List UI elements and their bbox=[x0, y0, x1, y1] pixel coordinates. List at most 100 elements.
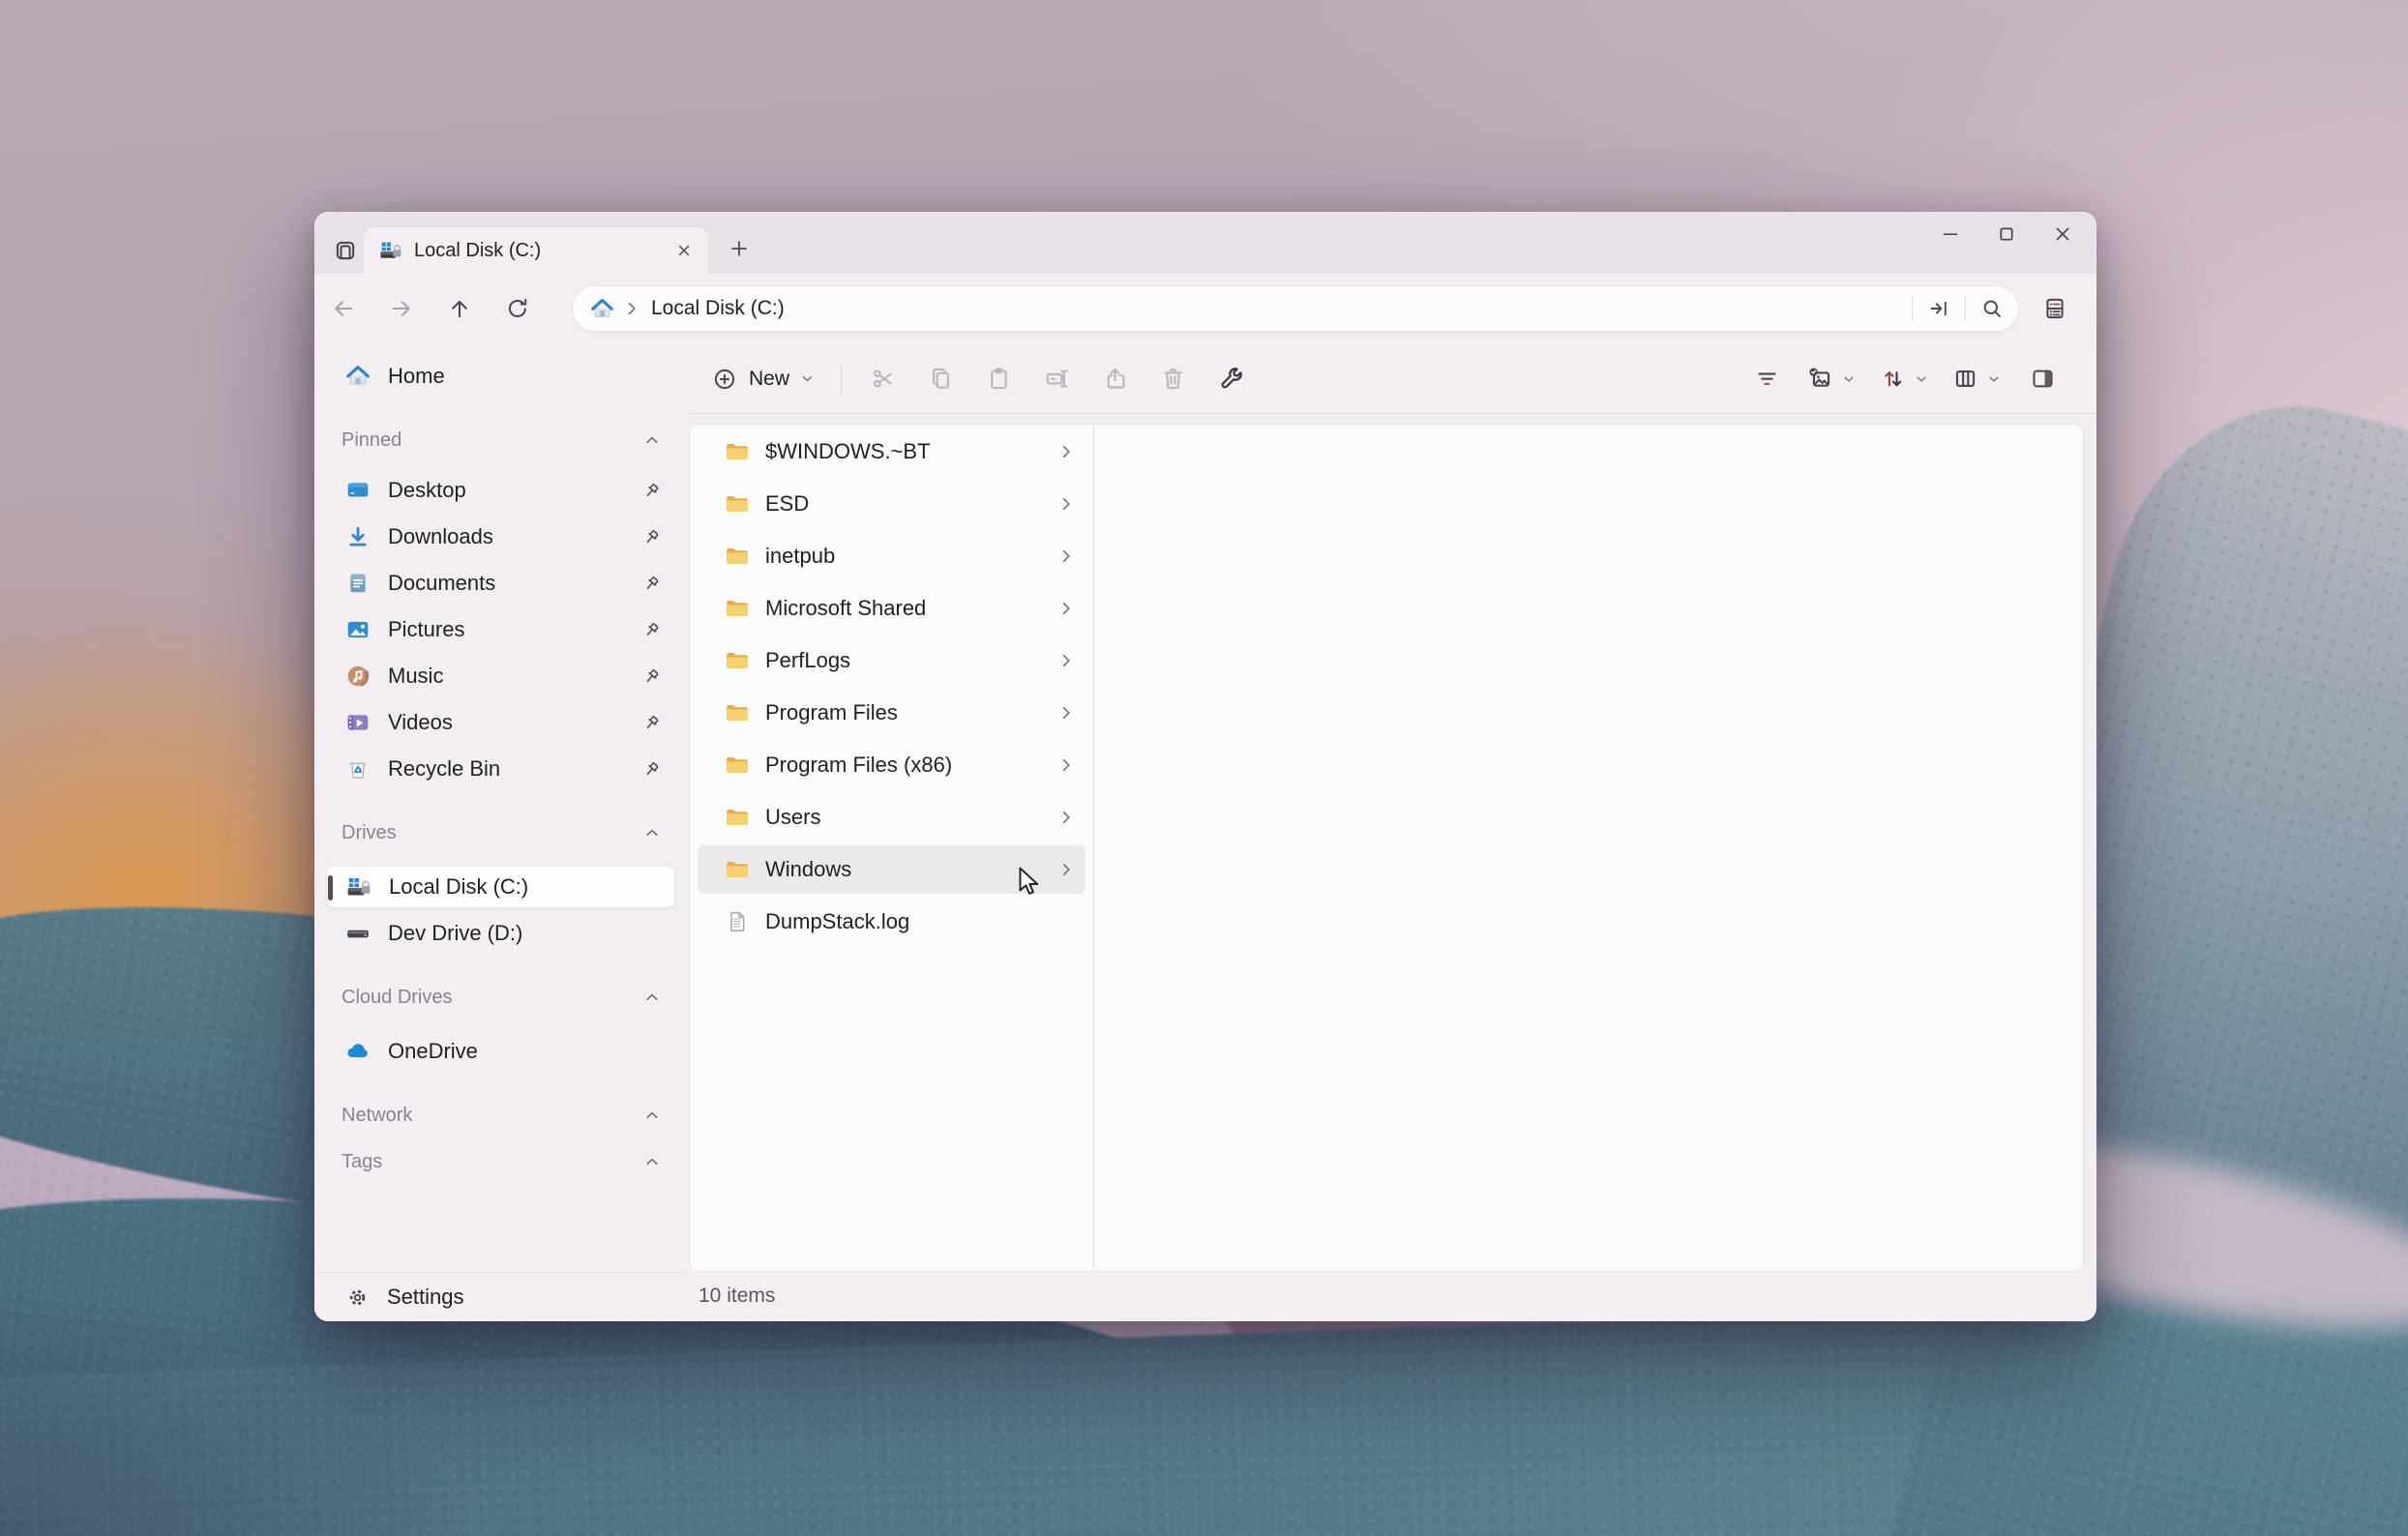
pin-icon[interactable] bbox=[641, 620, 662, 640]
pin-icon[interactable] bbox=[641, 527, 662, 547]
expand-chevron-icon[interactable] bbox=[1056, 442, 1076, 461]
forward-button[interactable] bbox=[382, 289, 421, 328]
preview-pane-toggle[interactable] bbox=[2020, 357, 2065, 401]
sidebar-item-videos[interactable]: Videos bbox=[326, 701, 675, 744]
sidebar-section-pinned[interactable]: Pinned bbox=[326, 423, 675, 458]
forward-icon bbox=[394, 302, 409, 315]
sidebar-section-cloud-drives[interactable]: Cloud Drives bbox=[326, 980, 675, 1015]
sidebar-item-label: Recycle Bin bbox=[388, 756, 641, 782]
filter-button[interactable] bbox=[1744, 357, 1789, 401]
file-row-microsoft-shared[interactable]: Microsoft Shared bbox=[698, 584, 1085, 633]
toolbar-right-group bbox=[1738, 357, 2071, 401]
file-row-users[interactable]: Users bbox=[698, 793, 1085, 842]
file-row-program-files[interactable]: Program Files bbox=[698, 689, 1085, 737]
share-button[interactable] bbox=[1092, 357, 1137, 401]
system-drive-icon bbox=[346, 874, 372, 900]
share-icon bbox=[1108, 369, 1123, 387]
rename-button[interactable] bbox=[1034, 357, 1079, 401]
tab-title: Local Disk (C:) bbox=[414, 240, 669, 262]
new-button-label: New bbox=[749, 368, 789, 391]
address-bar[interactable]: Local Disk (C:) bbox=[572, 285, 2019, 332]
file-name: ESD bbox=[765, 491, 1056, 517]
sidebar-item-onedrive[interactable]: OneDrive bbox=[326, 1030, 675, 1073]
titlebar[interactable]: Local Disk (C:) bbox=[314, 212, 2096, 274]
expand-chevron-icon[interactable] bbox=[1056, 651, 1076, 670]
sidebar-item-downloads[interactable]: Downloads bbox=[326, 516, 675, 558]
cut-button[interactable] bbox=[860, 357, 905, 401]
sidebar-item-desktop[interactable]: Desktop bbox=[326, 469, 675, 512]
file-row-inetpub[interactable]: inetpub bbox=[698, 532, 1085, 580]
pin-icon[interactable] bbox=[641, 666, 662, 687]
expand-chevron-icon[interactable] bbox=[1056, 703, 1076, 723]
collapse-chevron-icon[interactable] bbox=[642, 430, 662, 450]
file-row-esd[interactable]: ESD bbox=[698, 480, 1085, 528]
sidebar-item-dev-drive-d[interactable]: Dev Drive (D:) bbox=[326, 912, 675, 955]
file-list-column[interactable]: $WINDOWS.~BT ESD inetpub bbox=[690, 425, 1094, 1271]
search-button[interactable] bbox=[1972, 290, 2012, 327]
expand-chevron-icon[interactable] bbox=[1056, 860, 1076, 879]
folder-icon bbox=[725, 753, 750, 778]
tab-local-disk-c[interactable]: Local Disk (C:) bbox=[364, 227, 708, 274]
collapse-chevron-icon[interactable] bbox=[642, 1152, 662, 1171]
sort-button[interactable] bbox=[1872, 357, 1937, 401]
files-app-window: Local Disk (C:) Local Disk (C:) bbox=[314, 212, 2096, 1321]
copy-button[interactable] bbox=[918, 357, 963, 401]
refresh-button[interactable] bbox=[498, 289, 537, 328]
back-button[interactable] bbox=[324, 289, 363, 328]
file-row-program-files-x86[interactable]: Program Files (x86) bbox=[698, 741, 1085, 789]
go-to-button[interactable] bbox=[1918, 290, 1959, 327]
file-row-dumpstack-log[interactable]: DumpStack.log bbox=[698, 898, 1085, 946]
address-bar-divider bbox=[1912, 296, 1913, 321]
file-row-windows-bt[interactable]: $WINDOWS.~BT bbox=[698, 428, 1085, 476]
sidebar-item-recycle-bin[interactable]: Recycle Bin bbox=[326, 748, 675, 790]
sidebar-settings-row[interactable]: Settings bbox=[314, 1272, 687, 1321]
items-count: 10 items bbox=[699, 1285, 775, 1308]
sidebar-section-drives[interactable]: Drives bbox=[326, 815, 675, 850]
close-icon bbox=[680, 247, 689, 255]
collapse-chevron-icon[interactable] bbox=[642, 1106, 662, 1125]
properties-button[interactable] bbox=[1208, 357, 1253, 401]
sidebar-item-home[interactable]: Home bbox=[326, 355, 675, 398]
filter-icon bbox=[1759, 374, 1774, 384]
sidebar-section-network[interactable]: Network bbox=[326, 1098, 675, 1133]
folder-icon bbox=[725, 857, 750, 882]
paste-button[interactable] bbox=[976, 357, 1021, 401]
tab-list-button[interactable] bbox=[326, 231, 365, 270]
close-button[interactable] bbox=[2035, 214, 2091, 254]
sidebar-item-pictures[interactable]: Pictures bbox=[326, 608, 675, 651]
expand-chevron-icon[interactable] bbox=[1056, 808, 1076, 827]
up-button[interactable] bbox=[440, 289, 479, 328]
sidebar-item-local-disk-c[interactable]: Local Disk (C:) bbox=[326, 866, 675, 908]
pin-icon[interactable] bbox=[641, 713, 662, 733]
file-operations-button[interactable] bbox=[2033, 286, 2077, 331]
sidebar-item-label: Music bbox=[388, 664, 641, 689]
new-button[interactable]: New bbox=[699, 356, 829, 402]
window-controls bbox=[1922, 214, 2091, 254]
delete-button[interactable] bbox=[1150, 357, 1195, 401]
tab-close-button[interactable] bbox=[669, 236, 699, 265]
pin-icon[interactable] bbox=[641, 574, 662, 594]
expand-chevron-icon[interactable] bbox=[1056, 494, 1076, 514]
breadcrumb-current-location[interactable]: Local Disk (C:) bbox=[651, 297, 785, 320]
maximize-button[interactable] bbox=[1978, 214, 2035, 254]
pin-icon[interactable] bbox=[641, 759, 662, 780]
close-icon bbox=[2058, 229, 2068, 240]
expand-chevron-icon[interactable] bbox=[1056, 755, 1076, 775]
expand-chevron-icon[interactable] bbox=[1056, 546, 1076, 566]
file-row-perflogs[interactable]: PerfLogs bbox=[698, 636, 1085, 685]
file-name: inetpub bbox=[765, 544, 1056, 569]
minimize-button[interactable] bbox=[1922, 214, 1978, 254]
next-column-pane[interactable] bbox=[1094, 425, 2083, 1271]
sidebar-item-documents[interactable]: Documents bbox=[326, 562, 675, 605]
layout-button[interactable] bbox=[1945, 357, 2009, 401]
pin-icon[interactable] bbox=[641, 481, 662, 501]
sidebar-section-tags[interactable]: Tags bbox=[326, 1144, 675, 1179]
view-options-button[interactable] bbox=[1799, 357, 1864, 401]
collapse-chevron-icon[interactable] bbox=[642, 823, 662, 842]
file-name: Program Files (x86) bbox=[765, 753, 1056, 778]
new-tab-button[interactable] bbox=[722, 231, 757, 266]
collapse-chevron-icon[interactable] bbox=[642, 988, 662, 1007]
sidebar-item-music[interactable]: Music bbox=[326, 655, 675, 697]
section-label: Tags bbox=[342, 1151, 642, 1173]
expand-chevron-icon[interactable] bbox=[1056, 599, 1076, 618]
